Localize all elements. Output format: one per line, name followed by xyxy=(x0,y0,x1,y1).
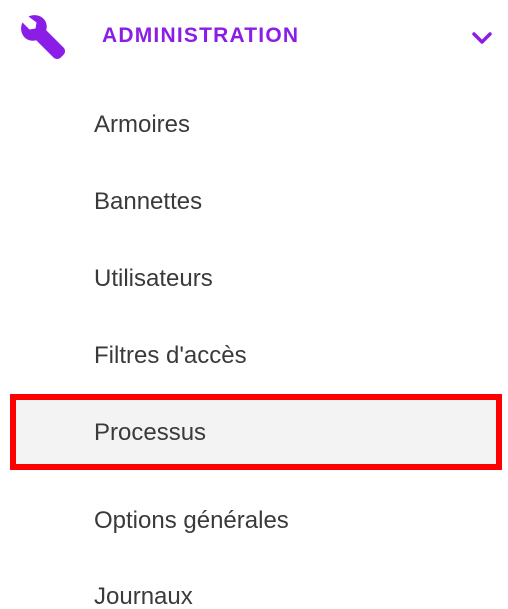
menu-item-label: Bannettes xyxy=(94,188,203,215)
menu-item-label: Options générales xyxy=(94,507,289,534)
menu-item-journaux[interactable]: Journaux xyxy=(10,558,502,609)
section-title: ADMINISTRATION xyxy=(102,24,300,47)
menu-item-bannettes[interactable]: Bannettes xyxy=(10,163,502,239)
menu-item-utilisateurs[interactable]: Utilisateurs xyxy=(10,240,502,316)
menu-item-label: Filtres d'accès xyxy=(94,342,247,369)
chevron-down-icon[interactable] xyxy=(471,31,493,45)
menu-item-options-generales[interactable]: Options générales xyxy=(10,482,502,558)
menu-item-armoires[interactable]: Armoires xyxy=(10,86,502,162)
menu-item-processus[interactable]: Processus xyxy=(10,394,502,470)
menu-item-label: Processus xyxy=(94,419,207,446)
menu-item-label: Armoires xyxy=(94,111,191,138)
menu-item-label: Utilisateurs xyxy=(94,265,213,292)
administration-menu: ADMINISTRATION Armoires Bannettes Utilis… xyxy=(0,0,508,609)
administration-section-header[interactable]: ADMINISTRATION xyxy=(0,0,508,80)
menu-item-label: Journaux xyxy=(94,583,193,609)
wrench-icon xyxy=(21,15,66,60)
menu-item-filtres-acces[interactable]: Filtres d'accès xyxy=(10,317,502,393)
